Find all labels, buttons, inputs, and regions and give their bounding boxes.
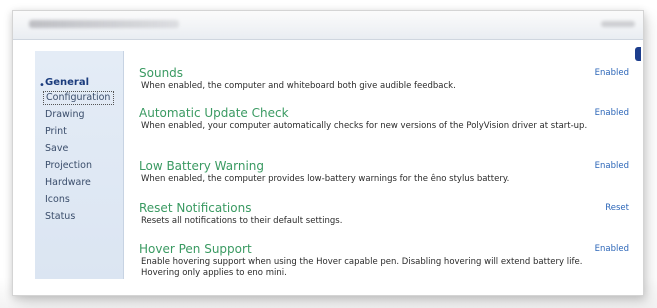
setting-sounds: Sounds When enabled, the computer and wh…: [139, 66, 639, 92]
setting-title: Sounds: [139, 66, 184, 80]
title-bar-right-blurred: [601, 21, 635, 27]
setting-low-battery-warning: Low Battery Warning When enabled, the co…: [139, 159, 639, 185]
sidebar-item-hardware[interactable]: Hardware: [45, 177, 91, 189]
setting-title: Reset Notifications: [139, 201, 252, 215]
settings-window: • General Configuration Drawing Print Sa…: [12, 10, 644, 296]
sidebar-nav: • General Configuration Drawing Print Sa…: [35, 51, 124, 279]
sidebar-item-drawing[interactable]: Drawing: [45, 109, 85, 121]
sidebar-item-icons[interactable]: Icons: [45, 194, 70, 206]
setting-title: Hover Pen Support: [139, 242, 252, 256]
sounds-status-link[interactable]: Enabled: [595, 68, 629, 78]
title-bar: [13, 11, 643, 40]
sidebar-item-print[interactable]: Print: [45, 126, 67, 138]
setting-description: When enabled, your computer automaticall…: [141, 121, 588, 131]
update-check-status-link[interactable]: Enabled: [595, 108, 629, 118]
low-battery-status-link[interactable]: Enabled: [595, 161, 629, 171]
setting-hover-pen-support: Hover Pen Support Enable hovering suppor…: [139, 242, 639, 279]
setting-title: Low Battery Warning: [139, 159, 265, 173]
sidebar-item-configuration[interactable]: Configuration: [43, 91, 115, 105]
setting-description: When enabled, the computer and whiteboar…: [141, 81, 456, 91]
setting-description: When enabled, the computer provides low-…: [141, 174, 510, 184]
settings-content: Sounds When enabled, the computer and wh…: [139, 51, 639, 291]
sidebar-item-status[interactable]: Status: [45, 211, 75, 223]
sidebar-item-general[interactable]: General: [45, 77, 89, 89]
setting-reset-notifications: Reset Notifications Resets all notificat…: [139, 201, 639, 227]
setting-description: Resets all notifications to their defaul…: [141, 216, 343, 226]
setting-automatic-update-check: Automatic Update Check When enabled, you…: [139, 106, 639, 132]
setting-description: Enable hovering support when using the H…: [141, 257, 583, 278]
hover-pen-status-link[interactable]: Enabled: [595, 244, 629, 254]
reset-notifications-link[interactable]: Reset: [605, 203, 629, 213]
sidebar-item-projection[interactable]: Projection: [45, 160, 92, 172]
setting-title: Automatic Update Check: [139, 106, 289, 120]
window-title-blurred: [29, 20, 179, 28]
sidebar-item-save[interactable]: Save: [45, 143, 68, 155]
